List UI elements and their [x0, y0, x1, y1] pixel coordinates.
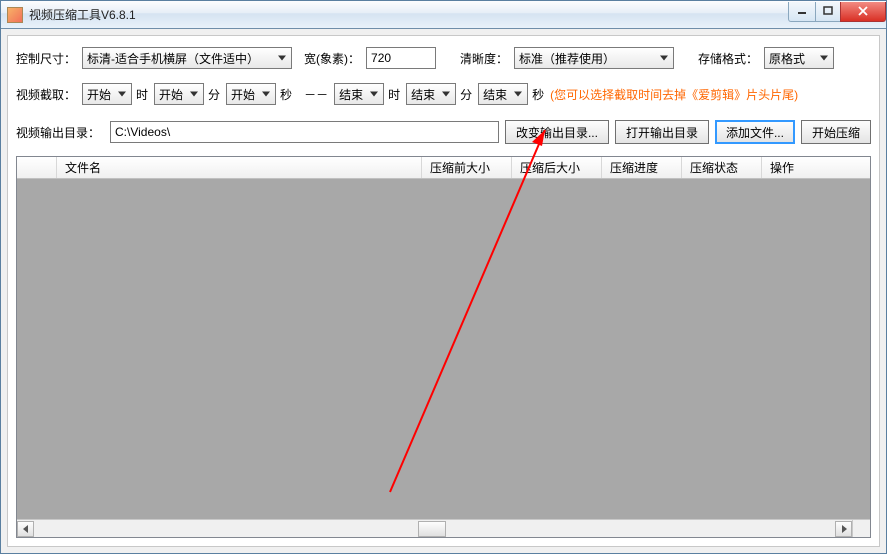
trim-label: 视频截取： [16, 86, 76, 103]
row-trim: 视频截取： 开始 时 开始 分 开始 秒 －－ 结束 时 结束 分 结束 秒 (… [16, 80, 871, 108]
size-label: 控制尺寸： [16, 50, 76, 67]
col-status[interactable]: 压缩状态 [682, 157, 762, 178]
start-sec-select[interactable]: 开始 [226, 83, 276, 105]
scroll-thumb[interactable] [418, 521, 446, 537]
outdir-label: 视频输出目录： [16, 124, 100, 141]
add-file-button[interactable]: 添加文件... [715, 120, 795, 144]
format-select[interactable]: 原格式 [764, 47, 834, 69]
sec-unit: 秒 [280, 86, 292, 103]
col-action[interactable]: 操作 [762, 157, 870, 178]
start-hour-select[interactable]: 开始 [82, 83, 132, 105]
col-progress[interactable]: 压缩进度 [602, 157, 682, 178]
close-button[interactable] [840, 2, 886, 22]
horizontal-scrollbar[interactable] [17, 519, 852, 537]
col-filename[interactable]: 文件名 [57, 157, 422, 178]
row-size: 控制尺寸： 标清-适合手机横屏（文件适中） 宽(象素)： 720 清晰度： 标准… [16, 44, 871, 72]
app-window: 视频压缩工具V6.8.1 控制尺寸： 标清-适合手机横屏（文件适中） 宽(象素)… [0, 0, 887, 554]
trim-tip: (您可以选择截取时间去掉《爱剪辑》片头片尾) [550, 86, 798, 103]
window-controls [789, 2, 886, 22]
grid-header: 文件名 压缩前大小 压缩后大小 压缩进度 压缩状态 操作 [17, 157, 870, 179]
format-label: 存储格式： [698, 50, 758, 67]
hour-unit: 时 [136, 86, 148, 103]
min-unit: 分 [208, 86, 220, 103]
main-panel: 控制尺寸： 标清-适合手机横屏（文件适中） 宽(象素)： 720 清晰度： 标准… [7, 35, 880, 547]
sec-unit-2: 秒 [532, 86, 544, 103]
width-label: 宽(象素)： [304, 50, 360, 67]
col-size-after[interactable]: 压缩后大小 [512, 157, 602, 178]
end-sec-select[interactable]: 结束 [478, 83, 528, 105]
window-title: 视频压缩工具V6.8.1 [29, 6, 789, 23]
col-blank[interactable] [17, 157, 57, 178]
start-compress-button[interactable]: 开始压缩 [801, 120, 871, 144]
width-input[interactable]: 720 [366, 47, 436, 69]
hour-unit-2: 时 [388, 86, 400, 103]
outdir-input[interactable]: C:\Videos\ [110, 121, 499, 143]
min-unit-2: 分 [460, 86, 472, 103]
row-output: 视频输出目录： C:\Videos\ 改变输出目录... 打开输出目录 添加文件… [16, 118, 871, 146]
start-min-select[interactable]: 开始 [154, 83, 204, 105]
title-bar: 视频压缩工具V6.8.1 [1, 1, 886, 29]
maximize-button[interactable] [815, 2, 841, 22]
minimize-button[interactable] [788, 2, 816, 22]
change-outdir-button[interactable]: 改变输出目录... [505, 120, 609, 144]
dash: －－ [304, 86, 328, 103]
scrollbar-corner [852, 519, 870, 537]
open-outdir-button[interactable]: 打开输出目录 [615, 120, 709, 144]
file-grid: 文件名 压缩前大小 压缩后大小 压缩进度 压缩状态 操作 [16, 156, 871, 538]
end-hour-select[interactable]: 结束 [334, 83, 384, 105]
grid-body [17, 179, 870, 519]
scroll-left-icon[interactable] [17, 521, 34, 537]
col-size-before[interactable]: 压缩前大小 [422, 157, 512, 178]
clarity-label: 清晰度： [460, 50, 508, 67]
end-min-select[interactable]: 结束 [406, 83, 456, 105]
size-select[interactable]: 标清-适合手机横屏（文件适中） [82, 47, 292, 69]
app-icon [7, 7, 23, 23]
scroll-right-icon[interactable] [835, 521, 852, 537]
scroll-track[interactable] [34, 521, 835, 537]
footer-spacer [16, 538, 871, 546]
clarity-select[interactable]: 标准（推荐使用） [514, 47, 674, 69]
